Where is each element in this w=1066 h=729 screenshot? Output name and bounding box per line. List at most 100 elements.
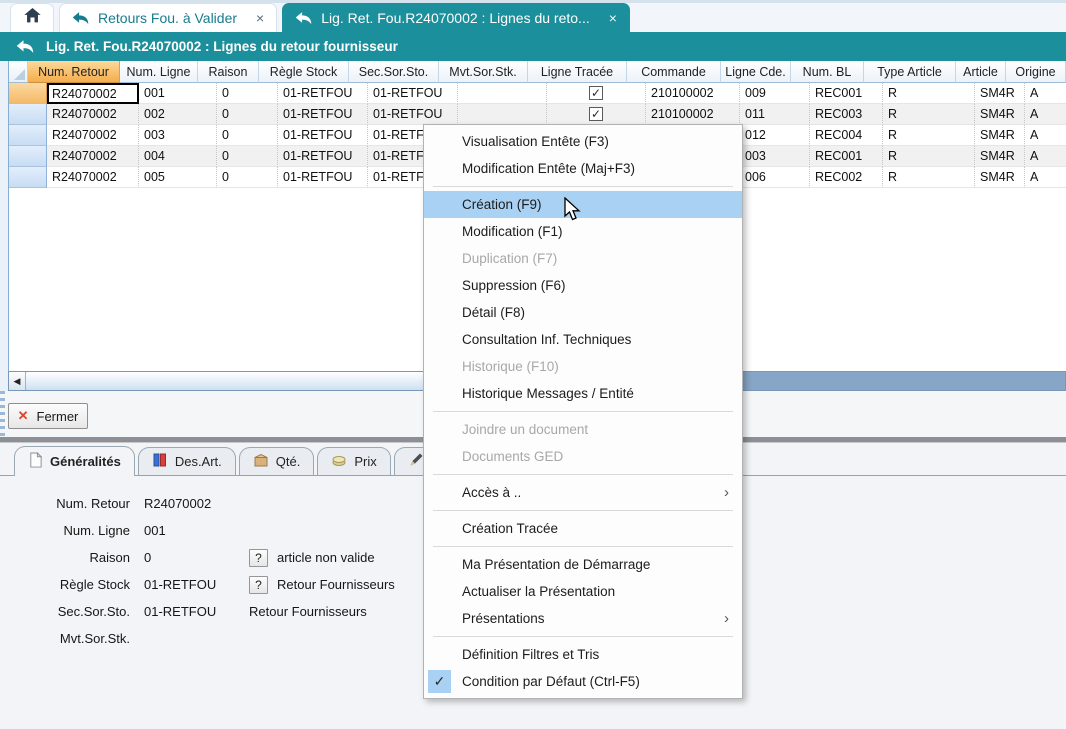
grid-cell[interactable]: SM4R (975, 104, 1025, 125)
grid-cell[interactable]: 01-RETFOU (278, 83, 368, 104)
checkbox-checked-icon[interactable]: ✓ (589, 86, 603, 100)
column-header-ligne-cde[interactable]: Ligne Cde. (721, 61, 791, 83)
grid-cell[interactable]: SM4R (975, 125, 1025, 146)
grid-cell[interactable]: REC002 (810, 167, 883, 188)
grid-cell[interactable]: 0 (217, 167, 278, 188)
tab-retours-fou-a-valider[interactable]: Retours Fou. à Valider × (59, 3, 277, 32)
column-header-r-gle-stock[interactable]: Règle Stock (259, 61, 349, 83)
column-header-mvt-sor-stk[interactable]: Mvt.Sor.Stk. (439, 61, 528, 83)
checkbox-checked-icon[interactable]: ✓ (589, 107, 603, 121)
grid-cell[interactable]: 210100002 (646, 83, 740, 104)
grid-cell[interactable]: 002 (139, 104, 217, 125)
scroll-left-button[interactable]: ◀ (9, 372, 26, 390)
grid-cell[interactable]: R (883, 83, 975, 104)
grid-cell[interactable]: 009 (740, 83, 810, 104)
menu-item-consultation-inf-techniques[interactable]: Consultation Inf. Techniques (424, 326, 742, 353)
grid-cell[interactable]: 011 (740, 104, 810, 125)
column-header-type-article[interactable]: Type Article (864, 61, 956, 83)
grid-corner-cell[interactable] (9, 61, 28, 83)
row-selector[interactable] (9, 146, 47, 167)
grid-cell[interactable]: 003 (740, 146, 810, 167)
grid-cell[interactable]: A (1025, 167, 1066, 188)
grid-cell[interactable]: A (1025, 146, 1066, 167)
grid-cell[interactable]: 006 (740, 167, 810, 188)
grid-cell[interactable]: 0 (217, 146, 278, 167)
grid-cell[interactable]: A (1025, 125, 1066, 146)
column-header-commande[interactable]: Commande (627, 61, 721, 83)
grid-cell[interactable]: ✓ (547, 83, 646, 104)
grid-cell[interactable] (458, 104, 547, 125)
grid-cell[interactable]: 01-RETFOU (278, 167, 368, 188)
grid-cell[interactable]: 210100002 (646, 104, 740, 125)
grid-cell[interactable]: REC001 (810, 146, 883, 167)
tab-prix[interactable]: Prix (317, 447, 390, 475)
menu-item-modification-ent-te-maj-f3[interactable]: Modification Entête (Maj+F3) (424, 155, 742, 182)
menu-item-ma-pr-sentation-de-d-marrage[interactable]: Ma Présentation de Démarrage (424, 551, 742, 578)
menu-item-acc-s[interactable]: Accès à ..› (424, 479, 742, 506)
grid-cell[interactable]: 005 (139, 167, 217, 188)
grid-cell[interactable]: 01-RETFOU (278, 146, 368, 167)
grid-cell[interactable]: SM4R (975, 146, 1025, 167)
close-tab-icon[interactable]: × (256, 10, 264, 26)
tab-home[interactable] (10, 3, 54, 32)
column-header-sec-sor-sto[interactable]: Sec.Sor.Sto. (349, 61, 439, 83)
menu-item-actualiser-la-pr-sentation[interactable]: Actualiser la Présentation (424, 578, 742, 605)
grid-cell[interactable] (458, 83, 547, 104)
grid-cell[interactable]: R24070002 (47, 167, 139, 188)
grid-cell[interactable]: 004 (139, 146, 217, 167)
column-header-num-bl[interactable]: Num. BL (791, 61, 864, 83)
grid-cell[interactable]: SM4R (975, 83, 1025, 104)
row-selector[interactable] (9, 83, 47, 104)
column-header-ligne-trac-e[interactable]: Ligne Tracée (528, 61, 627, 83)
grid-cell[interactable]: 01-RETFOU (278, 125, 368, 146)
tab-g-n-ralit-s[interactable]: Généralités (14, 446, 135, 476)
grid-cell[interactable]: R24070002 (47, 104, 139, 125)
menu-item-modification-f1[interactable]: Modification (F1) (424, 218, 742, 245)
row-selector[interactable] (9, 167, 47, 188)
grid-cell[interactable]: R (883, 167, 975, 188)
grid-cell[interactable]: 01-RETFOU (278, 104, 368, 125)
close-tab-icon[interactable]: × (609, 10, 617, 26)
splitter-grip[interactable] (0, 391, 5, 443)
grid-cell[interactable]: REC003 (810, 104, 883, 125)
grid-cell[interactable]: SM4R (975, 167, 1025, 188)
column-header-num-ligne[interactable]: Num. Ligne (120, 61, 198, 83)
grid-cell[interactable]: R (883, 104, 975, 125)
menu-item-cr-ation-f9[interactable]: Création (F9) (424, 191, 742, 218)
menu-item-visualisation-ent-te-f3[interactable]: Visualisation Entête (F3) (424, 128, 742, 155)
grid-cell[interactable]: 003 (139, 125, 217, 146)
grid-cell[interactable]: R24070002 (47, 146, 139, 167)
grid-cell[interactable]: R (883, 125, 975, 146)
menu-item-suppression-f6[interactable]: Suppression (F6) (424, 272, 742, 299)
menu-item-pr-sentations[interactable]: Présentations› (424, 605, 742, 632)
tab-lignes-du-retour[interactable]: Lig. Ret. Fou.R24070002 : Lignes du reto… (282, 3, 630, 32)
grid-cell[interactable]: R (883, 146, 975, 167)
grid-cell[interactable]: A (1025, 104, 1066, 125)
grid-cell[interactable]: REC001 (810, 83, 883, 104)
column-header-num-retour[interactable]: Num. Retour (28, 61, 120, 83)
grid-cell[interactable]: REC004 (810, 125, 883, 146)
column-header-article[interactable]: Article (956, 61, 1006, 83)
grid-cell[interactable]: 01-RETFOU (368, 83, 458, 104)
grid-cell[interactable]: R24070002 (47, 125, 139, 146)
help-button[interactable]: ? (249, 549, 268, 567)
grid-cell[interactable]: 012 (740, 125, 810, 146)
help-button[interactable]: ? (249, 576, 268, 594)
grid-cell[interactable]: 01-RETFOU (368, 104, 458, 125)
grid-cell[interactable]: 0 (217, 83, 278, 104)
grid-cell[interactable]: 0 (217, 104, 278, 125)
grid-cell[interactable]: R24070002 (47, 83, 139, 104)
row-selector[interactable] (9, 104, 47, 125)
menu-item-d-finition-filtres-et-tris[interactable]: Définition Filtres et Tris (424, 641, 742, 668)
table-row[interactable]: R24070002002001-RETFOU01-RETFOU✓21010000… (9, 104, 1066, 125)
menu-item-historique-messages-entit[interactable]: Historique Messages / Entité (424, 380, 742, 407)
menu-item-cr-ation-trac-e[interactable]: Création Tracée (424, 515, 742, 542)
grid-cell[interactable]: ✓ (547, 104, 646, 125)
scrollbar-thumb[interactable] (26, 372, 430, 390)
table-row[interactable]: R24070002001001-RETFOU01-RETFOU✓21010000… (9, 83, 1066, 104)
menu-item-d-tail-f8[interactable]: Détail (F8) (424, 299, 742, 326)
tab-qt[interactable]: Qté. (239, 447, 315, 475)
fermer-button[interactable]: ✕ Fermer (8, 403, 88, 429)
menu-item-condition-par-d-faut-ctrl-f5[interactable]: ✓Condition par Défaut (Ctrl-F5) (424, 668, 742, 695)
row-selector[interactable] (9, 125, 47, 146)
